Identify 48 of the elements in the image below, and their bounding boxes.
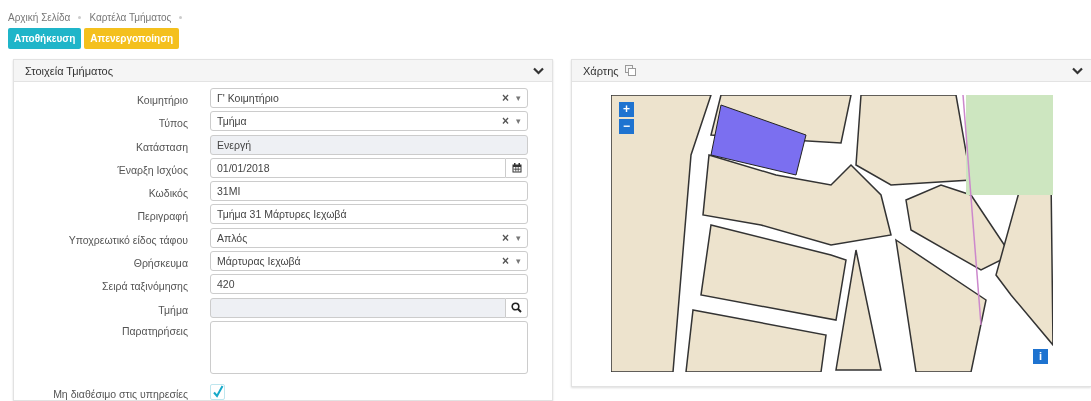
field-label: Μη διαθέσιμο στις υπηρεσίες [52, 387, 189, 400]
zoom-in-button[interactable]: + [619, 102, 634, 117]
field-label: Κοιμητήριο [135, 94, 189, 106]
field-label: Περιγραφή [136, 210, 189, 223]
text-field[interactable]: 420 [210, 274, 528, 295]
field-label: Θρήσκευμα [132, 257, 189, 270]
separator-dot-icon [78, 15, 82, 19]
field-label: Υποχρεωτικό είδος τάφου [67, 233, 189, 246]
checkbox[interactable] [210, 383, 225, 400]
lookup-field[interactable] [210, 297, 506, 318]
calendar-icon [511, 162, 522, 173]
copy-icon[interactable] [624, 65, 636, 76]
clear-icon[interactable]: × [502, 254, 509, 269]
date-field[interactable]: 01/01/2018 [210, 157, 506, 178]
select-field[interactable]: Απλός × ▾ [210, 227, 528, 248]
field-label: Έναρξη Ισχύος [116, 163, 189, 176]
zoom-out-button[interactable]: − [619, 119, 634, 134]
caret-icon: ▾ [516, 116, 521, 127]
info-button[interactable]: i [1033, 349, 1048, 364]
field-label: Σειρά ταξινόμησης [101, 280, 189, 293]
select-field[interactable]: Γ' Κοιμητήριο × ▾ [210, 88, 528, 108]
text-field[interactable]: 31MI [210, 181, 528, 202]
field-label: Τύπος [157, 117, 189, 130]
caret-icon: ▾ [516, 93, 521, 103]
select-field[interactable]: Μάρτυρας Ιεχωβά × ▾ [210, 251, 528, 272]
caret-icon: ▾ [516, 256, 521, 267]
panel-title: Χάρτης [583, 64, 619, 77]
caret-icon: ▾ [516, 232, 521, 243]
field-label: Τμήμα [157, 303, 189, 316]
breadcrumb-link[interactable]: Καρτέλα Τμήματος [89, 11, 172, 23]
text-field[interactable]: Τμήμα 31 Μάρτυρες Ιεχωβά [210, 204, 528, 225]
field-label: Παρατηρήσεις [120, 324, 189, 337]
collapse-chevron-icon[interactable] [533, 66, 544, 75]
clear-icon[interactable]: × [502, 114, 509, 129]
map-drawing[interactable] [611, 95, 1053, 372]
clear-icon[interactable]: × [502, 91, 509, 105]
panel-title: Στοιχεία Τμήματος [25, 64, 114, 77]
select-field[interactable]: Τμήμα × ▾ [210, 111, 528, 132]
readonly-field: Ενεργή [210, 134, 528, 155]
field-label: Κατάσταση [135, 140, 189, 153]
separator-dot-icon [179, 15, 183, 19]
collapse-chevron-icon[interactable] [1072, 66, 1083, 75]
search-button[interactable] [506, 297, 528, 318]
search-icon [511, 302, 522, 314]
clear-icon[interactable]: × [502, 230, 509, 245]
calendar-button[interactable] [506, 157, 528, 178]
breadcrumb-link[interactable]: Αρχική Σελίδα [8, 11, 71, 23]
field-label: Κωδικός [147, 187, 189, 200]
